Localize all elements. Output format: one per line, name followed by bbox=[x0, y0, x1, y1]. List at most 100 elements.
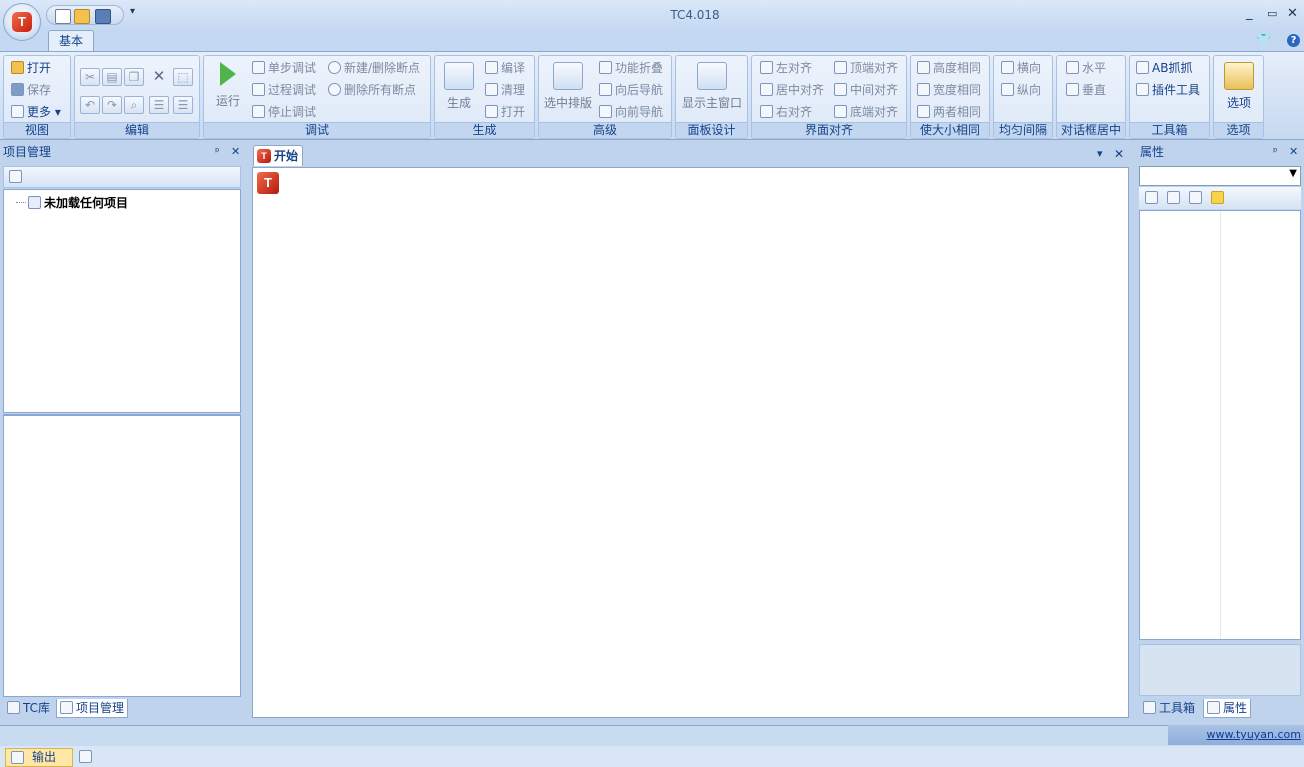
align-right-button[interactable]: 右对齐 bbox=[760, 103, 812, 121]
navigate-forward-button[interactable]: 向前导航 bbox=[599, 103, 663, 121]
group-panel-design: 显示主窗口 面板设计 bbox=[675, 55, 748, 139]
build-icon bbox=[444, 62, 474, 90]
indent-icon[interactable]: ☰ bbox=[149, 96, 169, 114]
align-right-icon bbox=[760, 105, 773, 118]
project-manager-icon bbox=[60, 701, 73, 714]
navigate-back-icon bbox=[599, 83, 612, 96]
output-extra-icon[interactable] bbox=[79, 750, 95, 764]
events-icon[interactable] bbox=[1211, 191, 1224, 204]
group-caption: 工具箱 bbox=[1130, 122, 1209, 138]
ab-grab-button[interactable]: AB抓抓 bbox=[1136, 59, 1192, 77]
object-selector-dropdown[interactable]: ▼ bbox=[1139, 166, 1301, 186]
align-center-icon bbox=[760, 83, 773, 96]
center-vertical-button[interactable]: 垂直 bbox=[1066, 81, 1106, 99]
tab-output[interactable]: 输出 bbox=[5, 748, 73, 767]
save-button[interactable]: 保存 bbox=[11, 81, 51, 99]
stop-debug-button[interactable]: 停止调试 bbox=[252, 103, 316, 121]
property-description bbox=[1139, 644, 1301, 696]
find-icon[interactable]: ⌕ bbox=[124, 96, 144, 114]
project-properties-icon[interactable] bbox=[9, 170, 22, 183]
step-debug-button[interactable]: 单步调试 bbox=[252, 59, 316, 77]
outdent-icon[interactable]: ☰ bbox=[173, 96, 193, 114]
procedure-debug-button[interactable]: 过程调试 bbox=[252, 81, 316, 99]
start-page-canvas: T bbox=[252, 167, 1129, 718]
copy-icon[interactable]: ❐ bbox=[124, 68, 144, 86]
toggle-breakpoint-button[interactable]: 新建/删除断点 bbox=[328, 59, 420, 77]
close-window-button[interactable]: ✕ bbox=[1287, 6, 1298, 21]
more-button[interactable]: 更多 ▾ bbox=[11, 103, 61, 121]
plugin-tools-button[interactable]: 插件工具 bbox=[1136, 81, 1200, 99]
group-caption: 面板设计 bbox=[676, 122, 747, 138]
right-panel-header: 属性 ᵖ ✕ bbox=[1137, 142, 1304, 162]
options-button[interactable]: 选项 bbox=[1220, 62, 1258, 111]
undo-icon[interactable]: ↶ bbox=[80, 96, 100, 114]
fold-function-button[interactable]: 功能折叠 bbox=[599, 59, 663, 77]
navigate-back-button[interactable]: 向后导航 bbox=[599, 81, 663, 99]
group-debug: 运行 单步调试 过程调试 停止调试 新建/删除断点 删除所有断点 调试 bbox=[203, 55, 431, 139]
alphabetical-icon[interactable] bbox=[1167, 191, 1180, 204]
align-bottom-button[interactable]: 底端对齐 bbox=[834, 103, 898, 121]
properties-icon[interactable] bbox=[1189, 191, 1202, 204]
tree-root[interactable]: 未加载任何项目 bbox=[28, 194, 128, 211]
horizontal-spacing-button[interactable]: 横向 bbox=[1001, 59, 1041, 77]
new-file-icon[interactable] bbox=[55, 9, 71, 24]
delete-all-breakpoints-button[interactable]: 删除所有断点 bbox=[328, 81, 416, 99]
window-title: TC4.018 bbox=[670, 8, 720, 22]
app-menu-button[interactable]: T bbox=[3, 3, 41, 41]
redo-icon[interactable]: ↷ bbox=[102, 96, 122, 114]
close-panel-icon[interactable]: ✕ bbox=[231, 142, 240, 162]
same-height-button[interactable]: 高度相同 bbox=[917, 59, 981, 77]
build-button[interactable]: 生成 bbox=[441, 62, 477, 111]
same-width-button[interactable]: 宽度相同 bbox=[917, 81, 981, 99]
restore-button[interactable]: ▭ bbox=[1267, 7, 1277, 20]
help-icon[interactable]: ? bbox=[1287, 34, 1300, 47]
qat-customize-icon[interactable]: ▾ bbox=[130, 6, 135, 17]
tab-start[interactable]: T 开始 bbox=[253, 145, 303, 166]
same-both-button[interactable]: 两者相同 bbox=[917, 103, 981, 121]
align-left-icon bbox=[760, 61, 773, 74]
paste-icon[interactable]: ▤ bbox=[102, 68, 122, 86]
close-panel-icon[interactable]: ✕ bbox=[1289, 142, 1298, 162]
skin-icon[interactable]: 👕 bbox=[1256, 33, 1271, 47]
main-window-icon bbox=[697, 62, 727, 90]
ribbon-tab-strip bbox=[0, 30, 1304, 52]
same-height-icon bbox=[917, 61, 930, 74]
website-link[interactable]: www.tyuyan.com bbox=[1168, 725, 1304, 745]
show-main-window-button[interactable]: 显示主窗口 bbox=[679, 62, 745, 111]
tab-tc-library[interactable]: TC库 bbox=[4, 699, 53, 718]
more-icon bbox=[11, 105, 24, 118]
minimize-button[interactable]: _ bbox=[1246, 6, 1253, 21]
open-output-button[interactable]: 打开 bbox=[485, 103, 525, 121]
pin-icon[interactable]: ᵖ bbox=[215, 142, 220, 162]
tab-toolbox[interactable]: 工具箱 bbox=[1140, 699, 1198, 718]
select-all-icon[interactable]: ⬚ bbox=[173, 68, 193, 86]
tree-line bbox=[16, 202, 26, 203]
align-top-button[interactable]: 顶端对齐 bbox=[834, 59, 898, 77]
tab-properties[interactable]: 属性 bbox=[1203, 699, 1252, 718]
open-button[interactable]: 打开 bbox=[11, 59, 51, 77]
compile-button[interactable]: 编译 bbox=[485, 59, 525, 77]
open-folder-icon[interactable] bbox=[74, 9, 90, 24]
vertical-spacing-button[interactable]: 纵向 bbox=[1001, 81, 1041, 99]
save-icon[interactable] bbox=[95, 9, 111, 24]
center-horizontal-icon bbox=[1066, 61, 1079, 74]
select-layout-button[interactable]: 选中排版 bbox=[542, 62, 594, 111]
clean-button[interactable]: 清理 bbox=[485, 81, 525, 99]
tab-basic[interactable]: 基本 bbox=[48, 30, 94, 52]
pin-icon[interactable]: ᵖ bbox=[1273, 142, 1278, 162]
align-middle-button[interactable]: 中间对齐 bbox=[834, 81, 898, 99]
tc-logo-icon: T bbox=[257, 172, 279, 194]
cut-icon[interactable]: ✂ bbox=[80, 68, 100, 86]
delete-icon[interactable]: ✕ bbox=[149, 68, 169, 86]
group-advanced: 选中排版 功能折叠 向后导航 向前导航 高级 bbox=[538, 55, 672, 139]
group-edit: ✂ ▤ ❐ ✕ ⬚ ↶ ↷ ⌕ ☰ ☰ 编辑 bbox=[74, 55, 200, 139]
categorized-icon[interactable] bbox=[1145, 191, 1158, 204]
align-center-button[interactable]: 居中对齐 bbox=[760, 81, 824, 99]
document-list-dropdown[interactable]: ▾ bbox=[1097, 147, 1103, 160]
run-button[interactable]: 运行 bbox=[210, 62, 246, 109]
tab-project-manager[interactable]: 项目管理 bbox=[56, 699, 129, 718]
close-document-icon[interactable]: ✕ bbox=[1114, 147, 1124, 161]
group-same-size: 高度相同 宽度相同 两者相同 使大小相同 bbox=[910, 55, 990, 139]
center-horizontal-button[interactable]: 水平 bbox=[1066, 59, 1106, 77]
align-left-button[interactable]: 左对齐 bbox=[760, 59, 812, 77]
